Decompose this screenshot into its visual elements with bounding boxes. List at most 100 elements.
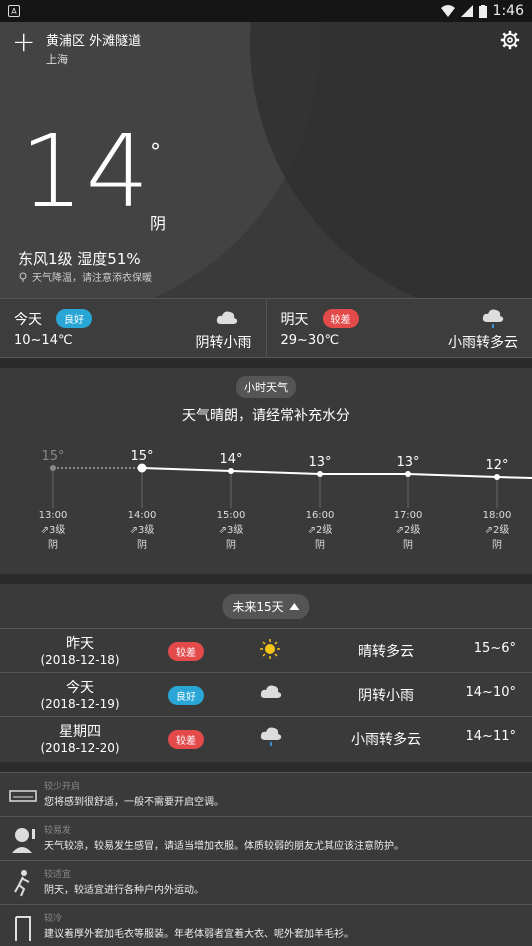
hourly-point [317, 471, 323, 477]
tomorrow-card[interactable]: 明天 较差 29~30℃ 小雨转多云 [265, 299, 532, 357]
current-temperature: 14 [20, 113, 152, 230]
tip-row[interactable]: 较适宜 阴天，较适宜进行各种户内外运动。 [0, 860, 532, 904]
hourly-condition: 阴 [492, 540, 502, 551]
status-bar: A 1:46 [0, 0, 532, 22]
forecast-desc: 晴转多云 [358, 644, 414, 660]
hourly-condition: 阴 [226, 540, 236, 551]
hourly-time: 17:00 [393, 510, 423, 521]
tip-desc: 建议着厚外套加毛衣等服装。年老体弱者宜着大衣、呢外套加羊毛衫。 [44, 929, 354, 940]
air-quality-badge: 良好 [56, 309, 92, 328]
air-conditioner-icon [9, 790, 37, 802]
today-desc: 阴转小雨 [195, 335, 252, 351]
tip-label: 较易发 [44, 826, 72, 836]
hourly-column: 16:00 ⇗2级阴 [290, 508, 350, 553]
signal-icon [460, 5, 473, 17]
tip-row[interactable]: 较易发 天气较凉，较易发生感冒，请适当增加衣服。体质较弱的朋友尤其应该注意防护。 [0, 816, 532, 860]
forecast-desc: 阴转小雨 [358, 688, 414, 704]
hourly-wind: ⇗3级 [40, 525, 66, 536]
forecast-date: (2018-12-18) [40, 653, 120, 667]
forecast-temp: 14~11° [465, 729, 516, 744]
forecast-date: (2018-12-19) [40, 697, 120, 711]
forecast-row[interactable]: 星期四 (2018-12-20) 较差 小雨转多云 14~11° [0, 716, 532, 760]
hourly-temp-label: 12° [485, 458, 508, 473]
current-condition: 阴 [150, 214, 167, 233]
hourly-column: 18:00 ⇗2级阴 [467, 508, 527, 553]
hourly-temperature-chart: 15° 15° 14° 13° 13° 12° [41, 449, 532, 508]
hourly-title: 小时天气 [236, 376, 296, 398]
wind-direction-icon: ⇗ [218, 525, 227, 536]
tip-label: 较适宜 [44, 870, 72, 880]
current-weather-hero: + 黄浦区 外滩隧道 上海 14 ° 阴 东风1级 湿度51% 天气降温，请注意… [0, 22, 532, 298]
tomorrow-range: 29~30℃ [280, 333, 340, 348]
triangle-up-icon [289, 603, 300, 610]
forecast-day: 今天 [66, 680, 94, 696]
hourly-wind: ⇗3级 [218, 525, 244, 536]
today-card[interactable]: 今天 良好 10~14℃ 阴转小雨 [0, 299, 266, 357]
cloud-icon [216, 311, 237, 324]
hourly-weather-panel: 小时天气 天气晴朗，请经常补充水分 15° 15° 14° 13° 13° 12° 13:… [0, 368, 532, 574]
city-label: 上海 [46, 53, 68, 66]
notification-icon: A [8, 5, 20, 17]
hourly-point [137, 463, 147, 473]
forecast-day: 昨天 [66, 636, 94, 652]
forecast-desc: 小雨转多云 [351, 732, 421, 748]
air-quality-badge: 较差 [322, 309, 359, 328]
hourly-wind: ⇗3级 [129, 525, 155, 536]
hourly-time: 16:00 [305, 510, 335, 521]
wind-direction-icon: ⇗ [307, 525, 316, 536]
weather-tip: 天气降温，请注意添衣保暖 [32, 273, 152, 284]
hourly-column: 14:00 ⇗3级阴 [112, 508, 172, 553]
hourly-point [50, 465, 56, 471]
wind-direction-icon: ⇗ [395, 525, 404, 536]
location[interactable]: 黄浦区 外滩隧道 上海 [46, 30, 141, 67]
sun-icon [260, 639, 280, 659]
hourly-wind: ⇗2级 [307, 525, 333, 536]
hourly-temp-label: 13° [308, 455, 331, 470]
forecast-panel: 未来15天 昨天 (2018-12-18) 较差 晴转多云 15~6° 今天 (… [0, 584, 532, 762]
running-icon [14, 870, 30, 897]
forecast-row[interactable]: 今天 (2018-12-19) 良好 阴转小雨 14~10° [0, 672, 532, 716]
forecast-toggle[interactable]: 未来15天 [222, 594, 310, 619]
forecast-temp: 14~10° [465, 685, 516, 700]
tip-desc: 阴天，较适宜进行各种户内外运动。 [44, 885, 204, 896]
wind-humidity: 东风1级 湿度51% [18, 250, 141, 268]
hourly-column: 13:00 ⇗3级阴 [23, 508, 83, 553]
add-city-button[interactable]: + [12, 28, 36, 56]
life-tips-panel: 较少开启 您将感到很舒适，一般不需要开启空调。 较易发 天气较凉，较易发生感冒，… [0, 772, 532, 946]
hourly-time: 14:00 [127, 510, 157, 521]
lightbulb-icon [19, 272, 27, 282]
tip-row[interactable]: 较少开启 您将感到很舒适，一般不需要开启空调。 [0, 772, 532, 816]
battery-icon [478, 4, 487, 18]
forecast-row[interactable]: 昨天 (2018-12-18) 较差 晴转多云 15~6° [0, 628, 532, 672]
hourly-wind: ⇗2级 [484, 525, 510, 536]
forecast-date: (2018-12-20) [40, 741, 120, 755]
hourly-subtitle: 天气晴朗，请经常补充水分 [182, 408, 350, 424]
tip-label: 较少开启 [44, 782, 81, 792]
hourly-condition: 阴 [48, 540, 58, 551]
hourly-column: 17:00 ⇗2级阴 [378, 508, 438, 553]
wind-direction-icon: ⇗ [129, 525, 138, 536]
hourly-time: 18:00 [482, 510, 512, 521]
settings-gear-icon[interactable] [500, 30, 520, 50]
forecast-day: 星期四 [59, 724, 101, 740]
wind-direction-icon: ⇗ [40, 525, 49, 536]
rain-cloud-icon [260, 727, 282, 746]
rain-cloud-icon [482, 309, 504, 328]
hourly-point [494, 474, 500, 480]
hourly-time: 15:00 [216, 510, 246, 521]
forecast-toggle-label: 未来15天 [232, 600, 284, 614]
cloud-icon [260, 685, 282, 698]
sick-person-icon [12, 828, 35, 853]
status-time: 1:46 [492, 3, 524, 19]
hourly-temp-label: 14° [219, 452, 242, 467]
hourly-condition: 阴 [137, 540, 147, 551]
wifi-icon [440, 5, 455, 17]
hourly-temp-label: 15° [41, 449, 64, 464]
hourly-point [228, 468, 234, 474]
tip-label: 较冷 [44, 914, 63, 924]
tip-row[interactable]: 较冷 建议着厚外套加毛衣等服装。年老体弱者宜着大衣、呢外套加羊毛衫。 [0, 904, 532, 946]
hourly-condition: 阴 [315, 540, 325, 551]
hourly-line-segment [141, 467, 232, 472]
hourly-line-segment [230, 470, 321, 475]
air-quality-badge: 良好 [168, 686, 204, 705]
